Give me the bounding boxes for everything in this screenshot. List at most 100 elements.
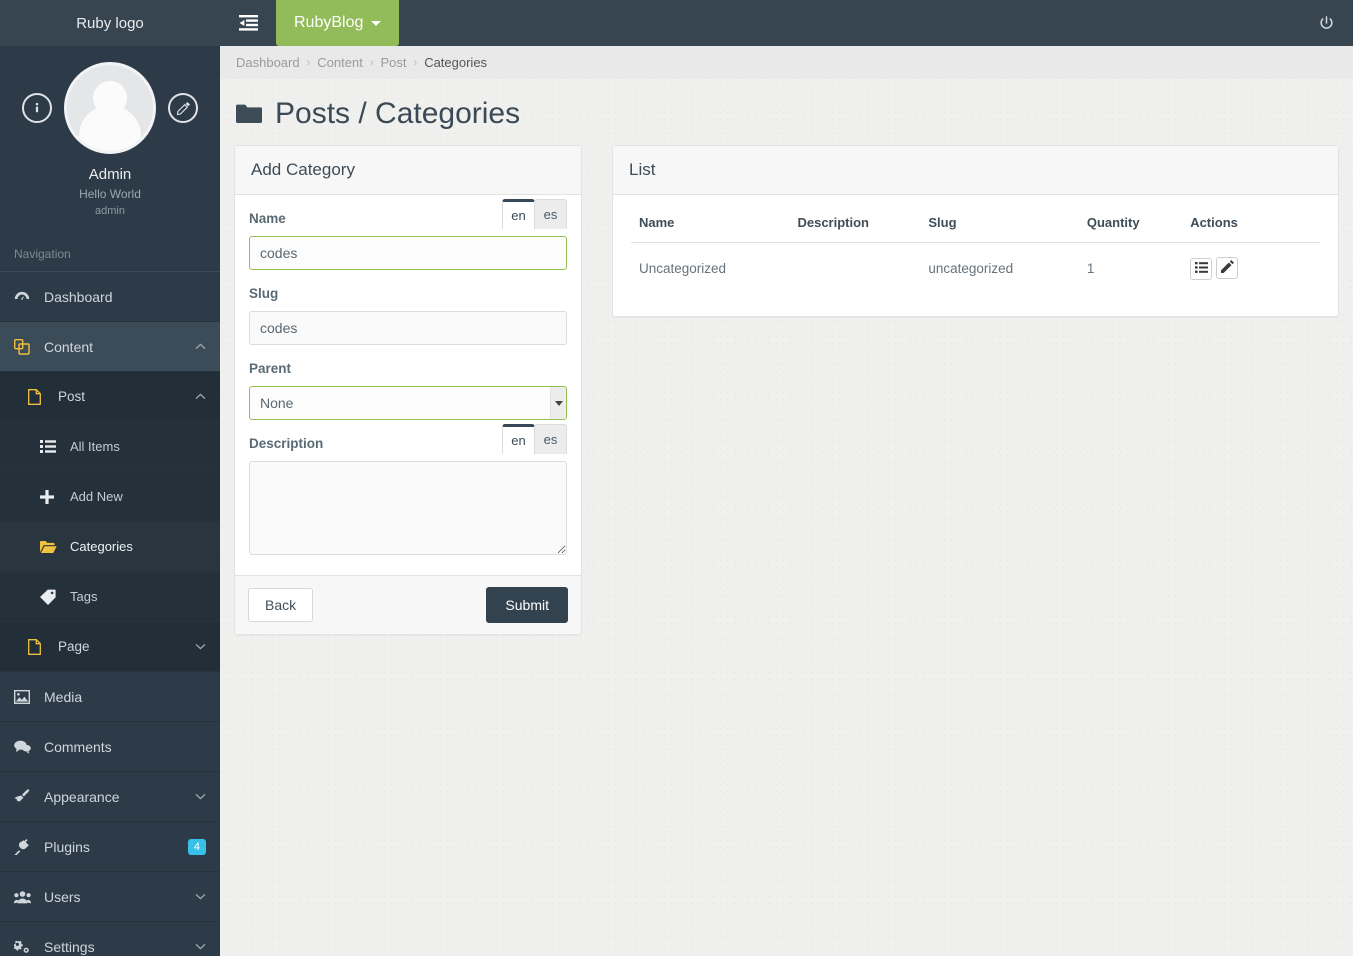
brand-dropdown-button[interactable]: RubyBlog	[276, 0, 400, 46]
edit-pencil-icon	[176, 101, 190, 115]
logo-text: Ruby logo	[76, 14, 144, 32]
main-content: Dashboard › Content › Post › Categories Posts …	[220, 46, 1353, 956]
cell-actions	[1182, 243, 1320, 294]
breadcrumb-item-post[interactable]: Post	[381, 55, 407, 70]
sidebar-item-content[interactable]: Content	[0, 322, 220, 372]
plus-icon	[40, 489, 70, 504]
breadcrumb-item-dashboard[interactable]: Dashboard	[236, 55, 300, 70]
sidebar-item-dashboard[interactable]: Dashboard	[0, 272, 220, 322]
avatar-body	[79, 105, 141, 151]
sidebar-item-tags[interactable]: Tags	[0, 572, 220, 622]
breadcrumb-separator: ›	[306, 56, 311, 69]
description-language-tabs: en es	[502, 424, 567, 454]
breadcrumb-separator: ›	[413, 56, 418, 69]
sidebar-item-label: Categories	[70, 539, 133, 554]
add-category-column: Add Category en es Name codes Slug codes…	[234, 145, 582, 635]
chevron-down-icon	[371, 20, 382, 26]
row-view-items-button[interactable]	[1190, 257, 1213, 280]
sidebar-item-label: Dashboard	[44, 288, 113, 305]
profile-edit-button[interactable]	[168, 93, 198, 123]
sidebar-item-label: Appearance	[44, 788, 120, 805]
profile-role: admin	[95, 205, 125, 217]
breadcrumb-item-content[interactable]: Content	[317, 55, 363, 70]
sidebar-item-post[interactable]: Post	[0, 372, 220, 422]
name-input[interactable]	[249, 236, 567, 270]
user-profile-block: Admin Hello World admin	[0, 46, 220, 231]
sidebar-item-label: Content	[44, 338, 94, 355]
app-root: Ruby logo RubyBlog Admin Hello World adm…	[0, 0, 1353, 956]
chevron-down-icon	[195, 641, 206, 653]
topbar-left-group: RubyBlog	[220, 0, 400, 46]
list-icon	[40, 440, 70, 453]
slug-label: Slug	[249, 286, 279, 301]
chevron-down-icon	[195, 941, 206, 953]
tag-icon	[40, 589, 70, 605]
description-textarea[interactable]	[249, 461, 567, 555]
logo-area[interactable]: Ruby logo	[0, 0, 220, 46]
description-lang-tab-en[interactable]: en	[502, 424, 535, 454]
sidebar-item-label: Post	[58, 389, 86, 404]
name-lang-tab-es[interactable]: es	[534, 199, 567, 229]
field-group-name: en es Name	[249, 199, 567, 270]
table-column-header-quantity: Quantity	[1078, 205, 1183, 243]
table-header-row: Name Description Slug Quantity Actions	[631, 205, 1320, 243]
comments-icon	[14, 740, 44, 754]
top-bar: Ruby logo RubyBlog	[0, 0, 1353, 46]
name-lang-tab-en[interactable]: en	[502, 199, 535, 229]
table-body: Uncategorized uncategorized 1	[631, 243, 1320, 294]
sidebar-item-page[interactable]: Page	[0, 622, 220, 672]
sidebar-item-media[interactable]: Media	[0, 672, 220, 722]
edit-pencil-icon	[1220, 260, 1234, 276]
page-title: Posts / Categories	[220, 79, 1353, 145]
profile-info-button[interactable]	[22, 93, 52, 123]
indent-list-icon	[238, 15, 258, 31]
sidebar-item-settings[interactable]: Settings	[0, 922, 220, 956]
list-panel-body: Name Description Slug Quantity Actions Uncat…	[613, 195, 1338, 316]
logout-button[interactable]	[1299, 0, 1353, 46]
sidebar-item-categories[interactable]: Categories	[0, 522, 220, 572]
sidebar-item-label: Users	[44, 888, 81, 905]
avatar[interactable]	[64, 62, 156, 154]
back-button[interactable]: Back	[248, 588, 314, 622]
chevron-down-icon	[195, 891, 206, 903]
sidebar-toggle-button[interactable]	[220, 0, 276, 46]
description-lang-tab-es[interactable]: es	[534, 424, 567, 454]
folder-icon	[236, 104, 262, 123]
sidebar-item-comments[interactable]: Comments	[0, 722, 220, 772]
add-category-panel: Add Category en es Name codes Slug codes…	[234, 145, 582, 635]
sidebar: Admin Hello World admin Navigation Dashb…	[0, 46, 220, 956]
paintbrush-icon	[14, 788, 44, 805]
slug-input[interactable]	[249, 311, 567, 345]
parent-select[interactable]: None	[249, 386, 567, 420]
gears-icon	[14, 939, 44, 954]
breadcrumb-item-categories: Categories	[424, 55, 488, 70]
power-icon	[1319, 15, 1333, 29]
chevron-down-icon	[195, 791, 206, 803]
sidebar-item-label: Tags	[70, 589, 98, 604]
sidebar-item-label: Comments	[44, 738, 112, 755]
field-group-parent: Parent None	[249, 359, 567, 420]
cell-slug: uncategorized	[928, 260, 1014, 276]
row-edit-button[interactable]	[1216, 257, 1239, 279]
file-icon	[28, 638, 58, 655]
sidebar-item-users[interactable]: Users	[0, 872, 220, 922]
sidebar-item-add-new[interactable]: Add New	[0, 472, 220, 522]
sidebar-item-all-items[interactable]: All Items	[0, 422, 220, 472]
content-copy-icon	[14, 338, 44, 355]
content-columns: Add Category en es Name codes Slug codes…	[220, 145, 1353, 635]
users-icon	[14, 890, 44, 904]
profile-name: Admin	[88, 166, 132, 183]
nav-section-header: Navigation	[0, 231, 220, 272]
sidebar-item-appearance[interactable]: Appearance	[0, 772, 220, 822]
plug-icon	[14, 838, 44, 855]
brand-label: RubyBlog	[294, 14, 364, 31]
sidebar-item-badge: 4	[187, 838, 206, 855]
submit-button[interactable]: Submit	[486, 587, 568, 623]
breadcrumb: Dashboard › Content › Post › Categories	[220, 46, 1353, 79]
cell-quantity: 1	[1086, 260, 1095, 276]
list-column: List Name Description Slug Quantity Actions …	[612, 145, 1339, 317]
field-group-slug: Slug	[249, 284, 567, 345]
sidebar-item-plugins[interactable]: Plugins 4	[0, 822, 220, 872]
sidebar-item-label: All Items	[70, 439, 120, 454]
chevron-up-icon	[195, 391, 206, 403]
